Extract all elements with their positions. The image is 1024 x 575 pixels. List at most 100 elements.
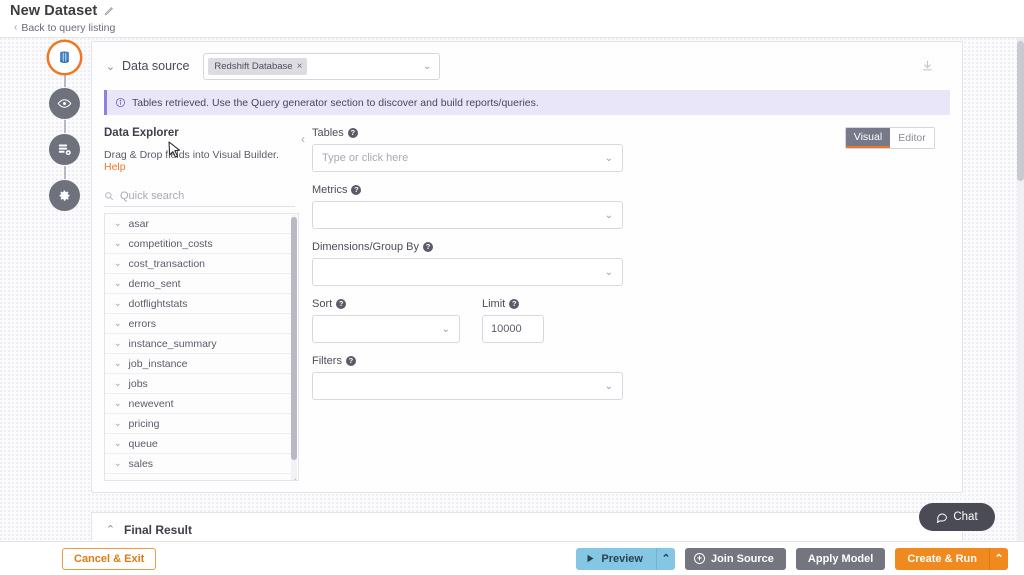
bottom-action-bar: Cancel & Exit Preview ⌃ + Join Source Ap… [0, 541, 1024, 575]
chat-bubble-icon [936, 511, 948, 523]
table-list-item[interactable]: ⌄errors [105, 314, 298, 334]
table-name: dotflightstats [129, 298, 188, 310]
table-list-item[interactable]: ⌄demo_sent [105, 274, 298, 294]
table-list-scroll-thumb[interactable] [291, 217, 297, 460]
help-icon[interactable]: ? [348, 128, 358, 138]
download-icon[interactable] [921, 59, 934, 77]
chevron-down-icon[interactable]: ⌄ [104, 60, 117, 73]
chevron-down-icon[interactable]: ⌄ [114, 298, 122, 309]
filters-field-group: Filters ? ⌄ [312, 355, 951, 400]
data-source-row: ⌄ Data source Redshift Database × ⌄ [92, 42, 962, 90]
page-scroll-thumb[interactable] [1017, 41, 1024, 181]
view-mode-toggle[interactable]: Visual Editor [845, 127, 935, 149]
chevron-down-icon[interactable]: ⌄ [114, 238, 122, 249]
help-icon[interactable]: ? [351, 185, 361, 195]
limit-input[interactable]: 10000 [482, 315, 544, 343]
chevron-down-icon[interactable]: ⌄ [114, 398, 122, 409]
help-icon[interactable]: ? [509, 299, 519, 309]
table-list-item[interactable]: ⌄ competition_costs [105, 234, 298, 254]
step-settings[interactable] [49, 180, 80, 211]
breadcrumb[interactable]: ‹ Back to query listing [0, 19, 1024, 34]
preview-label: Preview [601, 553, 643, 565]
help-icon[interactable]: ? [346, 356, 356, 366]
chevron-down-icon[interactable]: ⌄ [442, 324, 450, 335]
step-preview[interactable] [49, 88, 80, 119]
pencil-icon[interactable] [103, 6, 114, 17]
tables-placeholder: Type or click here [322, 152, 408, 164]
table-list-item[interactable]: ⌄jobs [105, 374, 298, 394]
primary-actions: Preview ⌃ + Join Source Apply Model Crea… [576, 548, 1008, 570]
table-list-item[interactable]: ⌄cost_transaction [105, 254, 298, 274]
chevron-down-icon[interactable]: ⌄ [114, 338, 122, 349]
chevron-up-icon: ⌃ [661, 552, 670, 565]
back-to-query-listing-link[interactable]: Back to query listing [21, 22, 115, 34]
table-list-item[interactable]: ⌄instance_summary [105, 334, 298, 354]
page-scrollbar[interactable] [1017, 38, 1024, 575]
resize-handle[interactable] [289, 471, 297, 479]
table-name: competition_costs [129, 238, 213, 250]
gear-icon [57, 188, 72, 203]
preview-button[interactable]: Preview [576, 548, 656, 570]
tab-editor[interactable]: Editor [890, 128, 934, 148]
chevron-down-icon[interactable]: ⌄ [114, 218, 122, 229]
cancel-exit-button[interactable]: Cancel & Exit [62, 548, 156, 570]
chevron-down-icon[interactable]: ⌄ [114, 438, 122, 449]
help-icon[interactable]: ? [423, 242, 433, 252]
chevron-down-icon[interactable]: ⌄ [114, 458, 122, 469]
play-icon [586, 554, 595, 563]
remove-tag-icon[interactable]: × [297, 61, 303, 72]
create-run-button[interactable]: Create & Run [895, 548, 989, 570]
table-list-item[interactable]: ⌄queue [105, 434, 298, 454]
dimensions-select[interactable]: ⌄ [312, 258, 623, 286]
step-data-source[interactable] [49, 42, 80, 73]
chevron-down-icon[interactable]: ⌄ [605, 153, 613, 164]
table-list-item[interactable]: ⌄job_instance [105, 354, 298, 374]
table-list-scrollbar[interactable] [291, 215, 297, 481]
chevron-down-icon[interactable]: ⌄ [605, 381, 613, 392]
filters-select[interactable]: ⌄ [312, 372, 623, 400]
table-list-item[interactable]: ⌄ dotflightstats [105, 294, 298, 314]
limit-value: 10000 [491, 323, 522, 335]
table-name: sales [129, 458, 154, 470]
create-run-dropdown-button[interactable]: ⌃ [989, 548, 1008, 570]
sort-select[interactable]: ⌄ [312, 315, 460, 343]
tables-select[interactable]: Type or click here ⌄ [312, 144, 623, 172]
step-model[interactable] [49, 134, 80, 165]
table-name: pricing [129, 418, 160, 430]
chevron-down-icon[interactable]: ⌄ [114, 418, 122, 429]
final-result-title: Final Result [124, 523, 192, 537]
preview-dropdown-button[interactable]: ⌃ [656, 548, 675, 570]
chevron-down-icon[interactable]: ⌄ [605, 210, 613, 221]
help-icon[interactable]: ? [336, 299, 346, 309]
join-source-button[interactable]: + Join Source [685, 548, 786, 570]
visual-query-builder: Visual Editor Tables ? Type or click her… [311, 127, 951, 481]
dimensions-label: Dimensions/Group By ? [312, 241, 951, 253]
stepper-connector [64, 120, 66, 133]
apply-model-button[interactable]: Apply Model [796, 548, 885, 570]
chevron-down-icon[interactable]: ⌄ [114, 258, 122, 269]
tab-visual[interactable]: Visual [846, 128, 890, 148]
metrics-label-text: Metrics [312, 184, 347, 196]
chevron-down-icon[interactable]: ⌄ [114, 318, 122, 329]
chevron-up-icon[interactable]: ⌃ [104, 523, 117, 536]
chevron-down-icon[interactable]: ⌄ [114, 278, 122, 289]
quick-search-input[interactable]: Quick search [104, 186, 295, 207]
dimensions-label-text: Dimensions/Group By [312, 241, 419, 253]
table-list-item[interactable]: ⌄asar [105, 214, 298, 234]
chevron-down-icon[interactable]: ⌄ [605, 267, 613, 278]
table-list: ⌄asar⌄competition_costs⌄cost_transaction… [105, 214, 298, 474]
data-source-select[interactable]: Redshift Database × ⌄ [203, 53, 440, 80]
table-list-item[interactable]: ⌄ sales [105, 454, 298, 474]
stepper-connector [64, 166, 66, 179]
chevron-down-icon[interactable]: ⌄ [114, 378, 122, 389]
help-link[interactable]: Help [104, 161, 126, 173]
quick-search-placeholder: Quick search [120, 190, 184, 202]
metrics-select[interactable]: ⌄ [312, 201, 623, 229]
chevron-down-icon[interactable]: ⌄ [114, 358, 122, 369]
chevron-down-icon[interactable]: ⌄ [423, 61, 431, 72]
table-list-item[interactable]: ⌄ pricing [105, 414, 298, 434]
data-source-tag[interactable]: Redshift Database × [208, 58, 307, 75]
preview-split-button: Preview ⌃ [576, 548, 675, 570]
table-list-item[interactable]: ⌄newevent [105, 394, 298, 414]
chat-button[interactable]: Chat [919, 503, 995, 531]
